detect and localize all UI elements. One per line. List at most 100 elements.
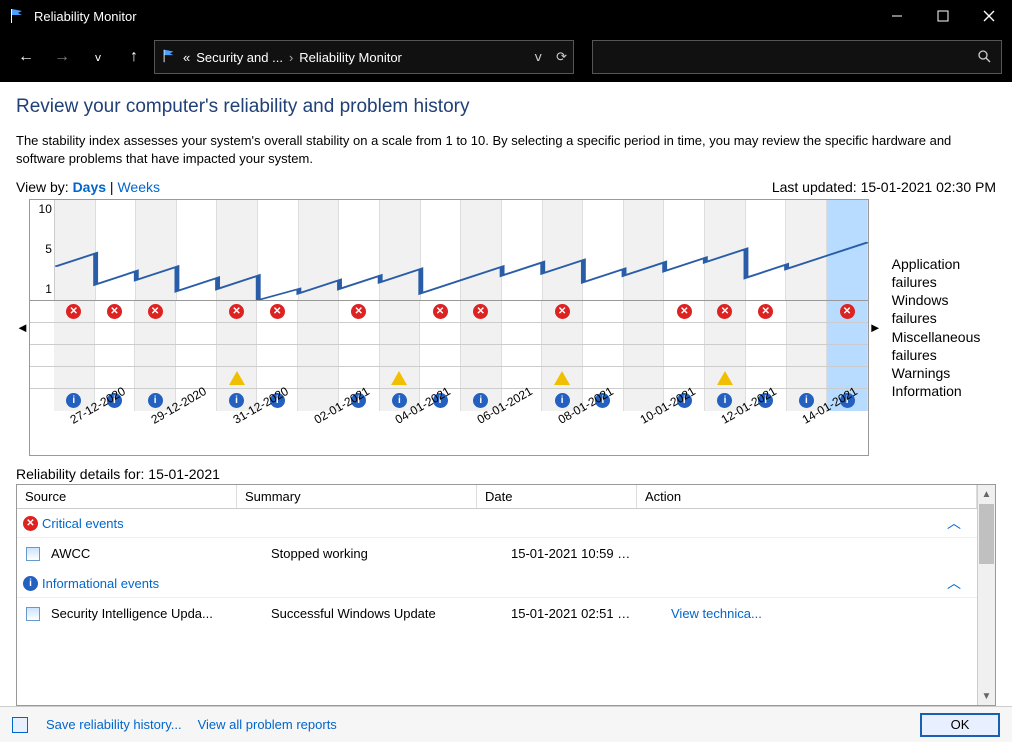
event-cell[interactable] <box>787 323 828 344</box>
event-cell[interactable]: ✕ <box>420 301 461 322</box>
view-all-reports-link[interactable]: View all problem reports <box>198 717 337 732</box>
event-cell[interactable] <box>502 301 543 322</box>
event-cell[interactable]: ✕ <box>95 301 136 322</box>
event-cell[interactable] <box>583 301 624 322</box>
search-input[interactable] <box>592 40 1002 74</box>
event-cell[interactable] <box>135 345 176 366</box>
maximize-button[interactable] <box>920 0 966 32</box>
event-cell[interactable] <box>54 367 95 388</box>
event-cell[interactable] <box>542 323 583 344</box>
event-cell[interactable] <box>746 323 787 344</box>
col-source[interactable]: Source <box>17 485 237 508</box>
event-cell[interactable] <box>624 345 665 366</box>
details-scrollbar[interactable]: ▲ ▼ <box>977 485 995 705</box>
view-by-days[interactable]: Days <box>73 179 106 195</box>
up-button[interactable]: ↑ <box>118 41 150 73</box>
details-row[interactable]: AWCCStopped working15-01-2021 10:59 … <box>17 538 977 569</box>
event-cell[interactable] <box>746 345 787 366</box>
event-cell[interactable] <box>298 323 339 344</box>
event-cell[interactable]: ✕ <box>461 301 502 322</box>
event-cell[interactable] <box>787 301 828 322</box>
event-cell[interactable] <box>461 345 502 366</box>
event-cell[interactable] <box>380 323 421 344</box>
event-cell[interactable] <box>502 345 543 366</box>
details-group-header[interactable]: iInformational events︿ <box>17 569 977 598</box>
event-cell[interactable] <box>380 301 421 322</box>
event-cell[interactable] <box>787 345 828 366</box>
breadcrumb-part-2[interactable]: Reliability Monitor <box>299 50 402 65</box>
col-summary[interactable]: Summary <box>237 485 477 508</box>
event-cell[interactable] <box>54 345 95 366</box>
event-cell[interactable] <box>705 323 746 344</box>
event-cell[interactable] <box>257 345 298 366</box>
event-cell[interactable] <box>705 367 746 388</box>
chart-scroll-right[interactable]: ► <box>869 320 882 335</box>
minimize-button[interactable] <box>874 0 920 32</box>
event-cell[interactable] <box>827 323 868 344</box>
event-cell[interactable] <box>135 367 176 388</box>
event-cell[interactable] <box>339 345 380 366</box>
event-cell[interactable] <box>461 323 502 344</box>
event-cell[interactable]: ✕ <box>542 301 583 322</box>
ok-button[interactable]: OK <box>920 713 1000 737</box>
event-cell[interactable] <box>420 345 461 366</box>
details-group-header[interactable]: ✕Critical events︿ <box>17 509 977 538</box>
event-cell[interactable] <box>624 367 665 388</box>
event-cell[interactable] <box>95 345 136 366</box>
event-cell[interactable] <box>380 345 421 366</box>
event-cell[interactable] <box>542 345 583 366</box>
back-button[interactable]: ← <box>10 41 42 73</box>
breadcrumb-part-1[interactable]: Security and ... <box>196 50 283 65</box>
event-cell[interactable] <box>664 323 705 344</box>
event-cell[interactable] <box>298 367 339 388</box>
event-cell[interactable]: ✕ <box>54 301 95 322</box>
event-cell[interactable]: ✕ <box>705 301 746 322</box>
event-cell[interactable] <box>624 323 665 344</box>
event-cell[interactable]: ✕ <box>339 301 380 322</box>
event-cell[interactable] <box>217 345 258 366</box>
event-cell[interactable]: ✕ <box>257 301 298 322</box>
event-cell[interactable] <box>176 345 217 366</box>
event-cell[interactable]: ✕ <box>746 301 787 322</box>
event-cell[interactable] <box>339 323 380 344</box>
details-row[interactable]: Security Intelligence Upda...Successful … <box>17 598 977 629</box>
chart-scroll-left[interactable]: ◄ <box>16 320 29 335</box>
event-cell[interactable] <box>298 345 339 366</box>
chevron-up-icon[interactable]: ︿ <box>947 513 961 533</box>
event-cell[interactable] <box>217 367 258 388</box>
breadcrumb-dropdown-icon[interactable]: ⅴ <box>534 49 542 65</box>
event-cell[interactable] <box>827 345 868 366</box>
event-cell[interactable] <box>95 323 136 344</box>
event-cell[interactable]: ✕ <box>135 301 176 322</box>
event-cell[interactable] <box>420 323 461 344</box>
event-cell[interactable] <box>257 323 298 344</box>
event-cell[interactable] <box>176 301 217 322</box>
event-cell[interactable]: ✕ <box>217 301 258 322</box>
event-cell[interactable] <box>176 323 217 344</box>
event-cell[interactable] <box>542 367 583 388</box>
scroll-down-icon[interactable]: ▼ <box>978 687 995 705</box>
event-cell[interactable] <box>705 345 746 366</box>
event-cell[interactable] <box>217 323 258 344</box>
event-cell[interactable] <box>787 367 828 388</box>
event-cell[interactable] <box>54 323 95 344</box>
event-cell[interactable]: ✕ <box>664 301 705 322</box>
scroll-up-icon[interactable]: ▲ <box>978 485 995 503</box>
refresh-icon[interactable]: ⟳ <box>556 49 567 65</box>
event-cell[interactable] <box>298 301 339 322</box>
row-action-link[interactable]: View technica... <box>663 602 971 625</box>
save-history-link[interactable]: Save reliability history... <box>46 717 182 732</box>
event-cell[interactable] <box>502 323 543 344</box>
event-cell[interactable] <box>583 345 624 366</box>
event-cell[interactable] <box>583 323 624 344</box>
col-date[interactable]: Date <box>477 485 637 508</box>
breadcrumb[interactable]: « Security and ... › Reliability Monitor… <box>154 40 574 74</box>
chevron-up-icon[interactable]: ︿ <box>947 573 961 593</box>
close-button[interactable] <box>966 0 1012 32</box>
recent-locations-button[interactable]: ⅴ <box>82 41 114 73</box>
col-action[interactable]: Action <box>637 485 977 508</box>
event-cell[interactable] <box>380 367 421 388</box>
forward-button[interactable]: → <box>46 41 78 73</box>
scroll-thumb[interactable] <box>979 504 994 564</box>
event-cell[interactable] <box>135 323 176 344</box>
